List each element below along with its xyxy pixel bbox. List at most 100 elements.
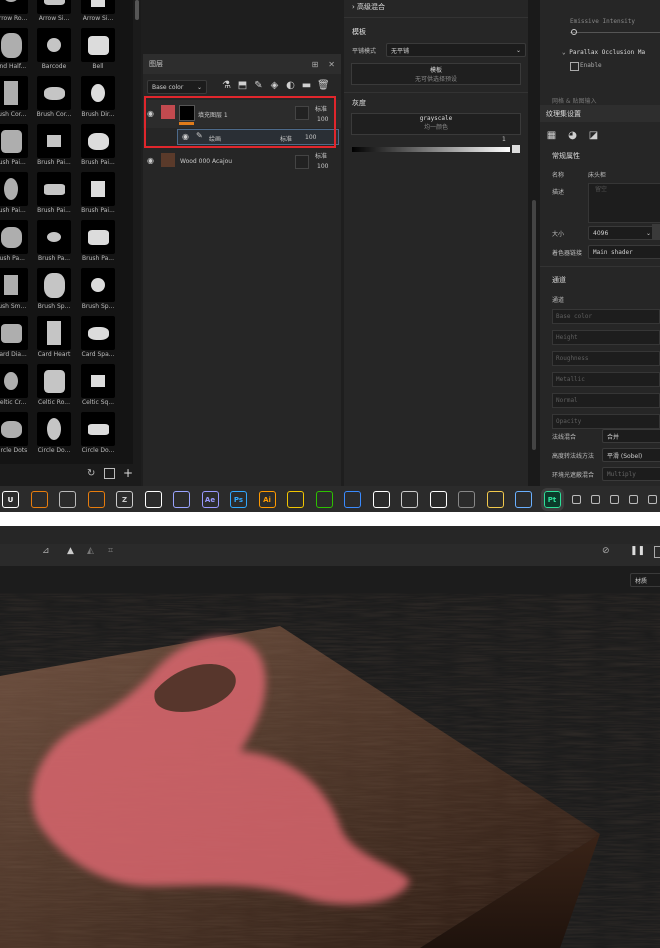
uv-icon[interactable]: ◪ <box>588 130 599 141</box>
brush-preset[interactable]: Arrow Si... <box>75 0 121 22</box>
brush-preset[interactable]: Brush Pa... <box>31 220 77 262</box>
qq-icon[interactable] <box>287 491 304 508</box>
bucket-icon[interactable]: ◈ <box>269 80 280 91</box>
tray-^-icon[interactable] <box>572 495 581 504</box>
brush-preset[interactable]: Brush Pai... <box>31 124 77 166</box>
grayscale-source[interactable]: grayscale 均一颜色 <box>351 113 521 135</box>
parallax-group[interactable]: ⌄ Parallax Occlusion Ma <box>562 49 645 56</box>
after-effects-icon[interactable]: Ae <box>201 491 219 508</box>
template-picker[interactable]: 模板 无可供选择预设 <box>351 63 521 85</box>
brush-preset[interactable]: Card Dia... <box>0 316 34 358</box>
view-mode-select[interactable]: 材质 <box>630 573 660 587</box>
network-icon[interactable] <box>515 491 532 508</box>
brush-preset[interactable]: Card Heart <box>31 316 77 358</box>
normal-mix-select[interactable]: 合并 <box>602 429 660 443</box>
feather-icon[interactable] <box>344 491 361 508</box>
brush-preset[interactable]: Barcode <box>31 28 77 70</box>
emissive-slider[interactable] <box>570 32 660 33</box>
folder-icon[interactable]: ▬ <box>301 80 312 91</box>
texture-set-icon[interactable]: ▦ <box>546 130 557 141</box>
grayscale-slider[interactable] <box>352 147 510 152</box>
brush-preset[interactable]: Brush Cor... <box>31 76 77 118</box>
visibility-off-icon[interactable]: ⊘ <box>602 546 610 556</box>
scrollbar-thumb[interactable] <box>135 0 139 20</box>
tray-shield-icon[interactable] <box>591 495 600 504</box>
eye-icon[interactable]: ◉ <box>147 156 154 165</box>
brush-preset[interactable]: Arrow Si... <box>31 0 77 22</box>
advanced-blend-section[interactable]: › 高级混合 <box>352 2 385 12</box>
channel-item[interactable]: Metallic <box>552 372 660 387</box>
brush-preset[interactable]: rush Pa... <box>0 220 34 262</box>
steam-icon[interactable] <box>401 491 418 508</box>
painter-icon[interactable]: Pt <box>540 488 564 511</box>
brush-preset[interactable]: Bell <box>75 28 121 70</box>
mirror-icon[interactable]: ◭ <box>87 546 94 556</box>
3d-viewport[interactable]: 材质 <box>0 566 660 948</box>
wechat-icon[interactable] <box>315 491 333 508</box>
tray-app-icon[interactable] <box>610 495 619 504</box>
height-to-normal-select[interactable]: 平滑 (Sobel) <box>602 448 660 462</box>
folder-icon[interactable] <box>486 491 504 508</box>
layer-effect-slot[interactable] <box>295 155 309 169</box>
channel-select[interactable]: Base color ⌄ <box>147 80 207 94</box>
slider-handle[interactable] <box>571 29 577 35</box>
panel-toggle-icon[interactable] <box>654 546 660 558</box>
channel-item[interactable]: Normal <box>552 393 660 408</box>
name-value[interactable]: 床头柜 <box>588 170 606 179</box>
description-field[interactable]: 留空 <box>588 183 660 223</box>
frame-icon[interactable]: ⌗ <box>108 546 113 556</box>
illustrator-icon[interactable]: Ai <box>258 491 276 508</box>
slider-reset-icon[interactable] <box>512 145 520 153</box>
panel-pin-icon[interactable]: ⊞ <box>312 60 319 69</box>
brush-preset[interactable]: Celtic Sq... <box>75 364 121 406</box>
scrollbar-thumb[interactable] <box>532 200 536 450</box>
material-thumbnail[interactable] <box>161 153 175 167</box>
opacity-value[interactable]: 100 <box>317 163 328 170</box>
blend-mode[interactable]: 标准 <box>315 151 327 160</box>
sphere-icon[interactable]: ◕ <box>567 130 578 141</box>
enable-checkbox[interactable] <box>570 62 579 71</box>
brush-preset[interactable]: rush Sm... <box>0 268 34 310</box>
shader-select[interactable]: Main shader <box>588 245 660 259</box>
close-icon[interactable]: ✕ <box>328 60 335 69</box>
brush-preset[interactable]: Brush Sp... <box>75 268 121 310</box>
channel-item[interactable]: Height <box>552 330 660 345</box>
channel-item[interactable]: Roughness <box>552 351 660 366</box>
blender-icon[interactable] <box>87 491 105 508</box>
brush-preset[interactable]: rush Pai... <box>0 124 34 166</box>
channel-item[interactable]: Opacity <box>552 414 660 429</box>
shelf-scrollbar[interactable] <box>133 0 141 486</box>
add-fill-layer-icon[interactable]: ⬒ <box>237 80 248 91</box>
brush-preset[interactable]: Brush Dir... <box>75 76 121 118</box>
brush-preset[interactable]: Card Spa... <box>75 316 121 358</box>
dots-app-icon[interactable] <box>429 491 447 508</box>
trash-icon[interactable]: 🗑 <box>317 80 330 91</box>
capcut-icon[interactable] <box>144 491 162 508</box>
mask-icon[interactable]: ◐ <box>285 80 296 91</box>
brush-preset[interactable]: Circle Do... <box>75 412 121 454</box>
avatar-app-icon[interactable] <box>458 491 475 508</box>
properties-scrollbar[interactable] <box>528 0 540 486</box>
zbrush-icon[interactable]: Z <box>116 491 133 508</box>
new-folder-icon[interactable] <box>104 468 115 479</box>
refresh-icon[interactable]: ↻ <box>87 468 95 479</box>
dots-app-icon[interactable] <box>372 491 390 508</box>
tray-volume-icon[interactable] <box>648 495 657 504</box>
brush-preset[interactable]: Circle Do... <box>31 412 77 454</box>
cloud-app-icon[interactable] <box>173 491 190 508</box>
brush-preset[interactable]: rush Cor... <box>0 76 34 118</box>
layer-row-wood[interactable]: ◉ Wood 000 Acajou 标准 100 <box>143 150 341 176</box>
photoshop-icon[interactable]: Ps <box>230 491 247 508</box>
pause-icon[interactable]: ❚❚ <box>630 546 645 556</box>
symmetry-icon[interactable]: ▲ <box>67 546 74 556</box>
brush-preset[interactable]: Brush Pai... <box>31 172 77 214</box>
lock-icon[interactable] <box>652 224 660 240</box>
brush-preset[interactable]: Arrow Ro... <box>0 0 34 22</box>
brush-preset[interactable]: Brush Sp... <box>31 268 77 310</box>
brush-preset[interactable]: Brush Pa... <box>75 220 121 262</box>
blender-icon[interactable] <box>30 491 48 508</box>
brush-icon[interactable]: ✎ <box>253 80 264 91</box>
gear-app-icon[interactable] <box>59 491 76 508</box>
ao-mix-select[interactable]: Multiply <box>602 467 660 481</box>
brush-preset[interactable]: Circle Dots <box>0 412 34 454</box>
